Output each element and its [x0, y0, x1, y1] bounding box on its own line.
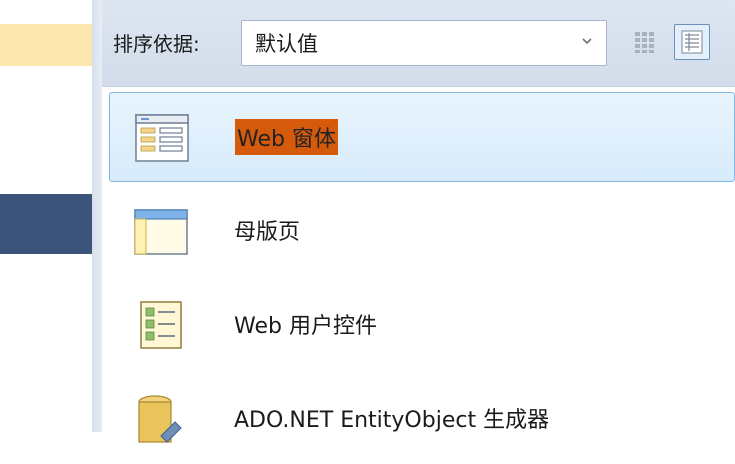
web-form-icon [135, 114, 189, 162]
left-pane [0, 0, 93, 432]
master-page-icon [134, 209, 188, 255]
left-pane-selected-item[interactable] [0, 194, 92, 254]
sort-dropdown[interactable]: 默认值 [241, 20, 607, 66]
chevron-down-icon [582, 38, 592, 45]
template-label: ADO.NET EntityObject 生成器 [234, 408, 550, 433]
template-label: 母版页 [234, 220, 301, 245]
medium-icons-view-icon [681, 30, 703, 54]
template-item-master-page[interactable]: 母版页 [109, 186, 735, 276]
pane-splitter[interactable] [92, 0, 102, 432]
template-label: Web 用户控件 [234, 314, 377, 339]
sort-dropdown-value: 默认值 [255, 32, 318, 56]
entity-generator-icon [138, 395, 182, 443]
template-label: Web 窗体 [235, 119, 338, 155]
sort-toolbar: 排序依据: 默认值 [102, 0, 735, 87]
user-control-icon [140, 301, 182, 349]
left-pane-highlight [0, 24, 92, 66]
template-item-entity-generator[interactable]: ADO.NET EntityObject 生成器 [109, 374, 735, 464]
template-pane: 排序依据: 默认值 Web 窗体 母版页 Web 用户控件 ADO.NET En… [102, 0, 735, 443]
sort-label: 排序依据: [113, 32, 200, 56]
template-item-web-form[interactable]: Web 窗体 [109, 92, 735, 182]
medium-icons-view-button[interactable] [674, 24, 710, 60]
small-icons-view-icon [635, 32, 654, 53]
template-item-user-control[interactable]: Web 用户控件 [109, 280, 735, 370]
small-icons-view-button[interactable] [627, 24, 663, 60]
